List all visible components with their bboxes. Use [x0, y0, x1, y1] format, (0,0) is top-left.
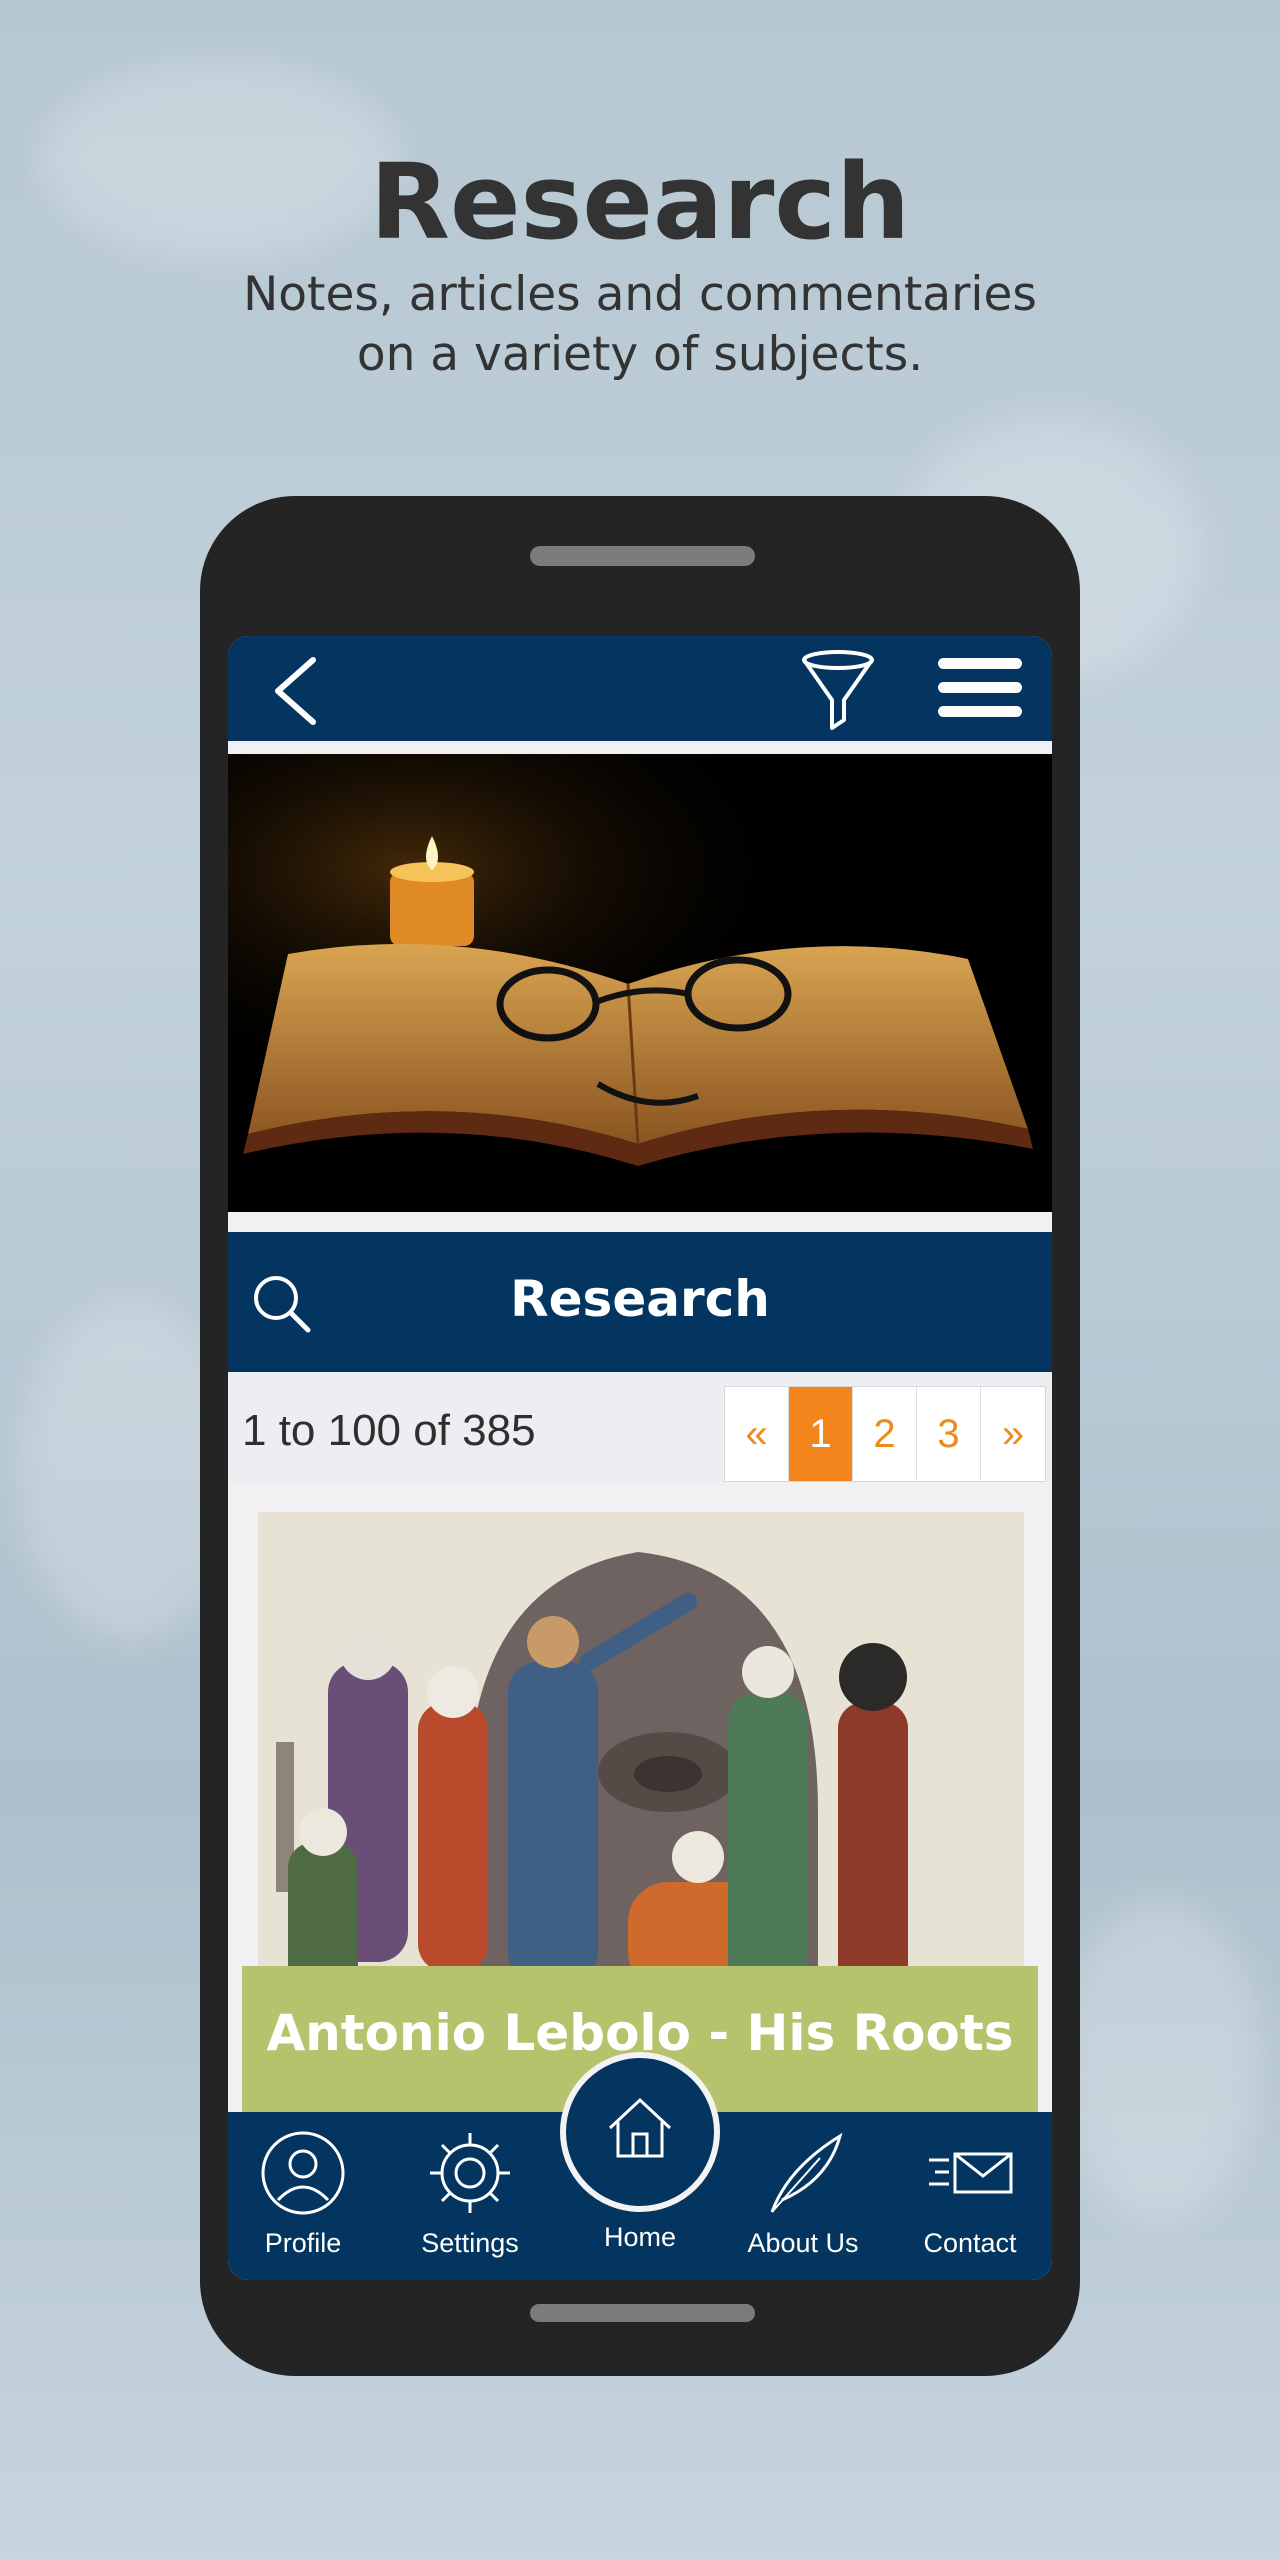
nav-home-label: Home [603, 2222, 677, 2252]
phone-speaker [530, 546, 755, 566]
nav-about-us[interactable]: About Us [728, 2128, 878, 2268]
envelope-icon [929, 2152, 1013, 2194]
pager-next-button[interactable]: » [981, 1387, 1045, 1481]
hero-image [228, 754, 1052, 1212]
nav-contact[interactable]: Contact [895, 2128, 1045, 2268]
pager-page-1[interactable]: 1 [789, 1387, 853, 1481]
nav-settings[interactable]: Settings [395, 2128, 545, 2268]
nav-about-us-label: About Us [747, 2228, 859, 2258]
phone-frame: Research 1 to 100 of 385 « 1 2 3 » Anton… [200, 496, 1080, 2376]
bg-texture [1060, 1900, 1260, 2220]
pagination: « 1 2 3 » [724, 1386, 1046, 1482]
pager-prev-button[interactable]: « [725, 1387, 789, 1481]
app-topbar [228, 636, 1052, 741]
results-bar: 1 to 100 of 385 « 1 2 3 » [228, 1372, 1052, 1482]
home-icon [608, 2097, 672, 2158]
app-screen: Research 1 to 100 of 385 « 1 2 3 » Anton… [228, 636, 1052, 2280]
back-chevron-icon[interactable] [268, 656, 328, 726]
nav-home-button[interactable] [560, 2052, 720, 2212]
promo-headline: Research [369, 141, 911, 263]
feather-icon [770, 2132, 843, 2213]
results-count: 1 to 100 of 385 [242, 1406, 536, 1455]
gear-icon [430, 2133, 510, 2213]
promo-subtitle-line1: Notes, articles and commentaries [243, 267, 1037, 322]
hamburger-menu-icon[interactable] [938, 658, 1022, 720]
nav-contact-label: Contact [923, 2228, 1017, 2258]
pager-page-2[interactable]: 2 [853, 1387, 917, 1481]
section-title: Research [510, 1270, 770, 1328]
section-title-bar: Research [228, 1232, 1052, 1372]
funnel-filter-icon[interactable] [798, 648, 878, 734]
promo-subtitle-line2: on a variety of subjects. [356, 327, 924, 382]
nav-profile-label: Profile [264, 2228, 342, 2258]
nav-settings-label: Settings [421, 2228, 519, 2258]
profile-icon [261, 2131, 345, 2215]
pager-page-3[interactable]: 3 [917, 1387, 981, 1481]
nav-profile[interactable]: Profile [228, 2128, 378, 2268]
phone-home-indicator [530, 2304, 755, 2322]
article-card-image[interactable] [258, 1512, 1024, 2032]
